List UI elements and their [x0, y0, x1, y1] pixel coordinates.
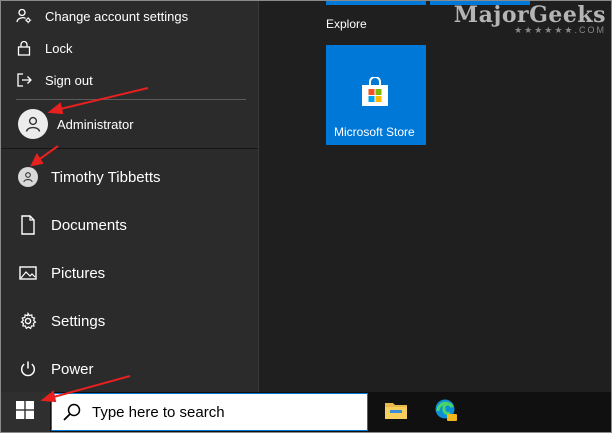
lock-icon [16, 40, 32, 56]
windows-logo-icon [16, 401, 34, 424]
power-icon [18, 359, 38, 379]
flyout-item-label: Change account settings [45, 8, 189, 24]
rail-item-label: Power [51, 360, 94, 378]
user-avatar-icon [18, 167, 38, 187]
administrator-label: Administrator [57, 116, 134, 132]
start-button[interactable] [0, 392, 50, 433]
search-input[interactable] [90, 402, 344, 422]
taskbar-search-box[interactable] [51, 393, 368, 431]
start-menu: Timothy Tibbetts Documents Pictures Sett… [0, 0, 612, 392]
rail-item-power[interactable]: Power [0, 347, 258, 391]
rail-item-settings[interactable]: Settings [0, 299, 258, 343]
gear-icon [18, 311, 38, 331]
sign-out-item[interactable]: Sign out [0, 65, 258, 95]
tile-group-label: Explore [326, 17, 367, 31]
flyout-item-label: Lock [45, 40, 73, 56]
edge-canary-taskbar-button[interactable] [422, 392, 470, 433]
rail-item-label: Documents [51, 216, 127, 234]
rail-item-label: Settings [51, 312, 106, 330]
flyout-divider [16, 99, 246, 100]
edge-canary-icon [434, 398, 458, 427]
taskbar [0, 392, 612, 433]
user-avatar-icon [18, 109, 48, 139]
account-flyout: Change account settings Lock Sign out Ad… [0, 0, 258, 149]
rail-item-label: Timothy Tibbetts [51, 168, 161, 186]
change-account-settings-item[interactable]: Change account settings [0, 1, 258, 31]
flyout-item-label: Sign out [45, 72, 93, 88]
file-explorer-taskbar-button[interactable] [372, 392, 420, 433]
rail-item-user[interactable]: Timothy Tibbetts [0, 155, 258, 199]
tiles-area: Explore Microsoft Store MajorGeeks ★★★★★… [259, 0, 612, 392]
store-bag-icon [360, 76, 390, 107]
sign-out-icon [16, 72, 32, 88]
majorgeeks-watermark: MajorGeeks ★★★★★★.COM [454, 2, 606, 36]
rail-item-documents[interactable]: Documents [0, 203, 258, 247]
lock-item[interactable]: Lock [0, 33, 258, 63]
rail-item-label: Pictures [51, 264, 106, 282]
pictures-icon [18, 263, 38, 283]
rail-item-pictures[interactable]: Pictures [0, 251, 258, 295]
folder-icon [384, 400, 408, 425]
person-settings-icon [16, 8, 32, 24]
document-icon [18, 215, 38, 235]
store-tile-label: Microsoft Store [334, 125, 415, 139]
tile-edge [326, 0, 426, 5]
switch-user-administrator[interactable]: Administrator [0, 106, 258, 142]
microsoft-store-tile[interactable]: Microsoft Store [326, 45, 426, 145]
search-icon [62, 402, 82, 422]
